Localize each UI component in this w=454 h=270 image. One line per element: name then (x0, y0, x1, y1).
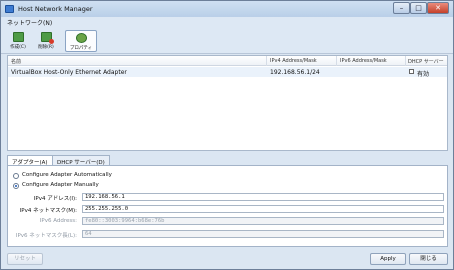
column-dhcp[interactable]: DHCP サーバー (408, 58, 444, 65)
ipv4-address-field[interactable]: 192.168.56.1 (82, 193, 444, 201)
row-name: VirtualBox Host-Only Ethernet Adapter (11, 69, 127, 76)
properties-button[interactable]: プロパティ (65, 30, 97, 52)
dhcp-enabled-checkbox[interactable] (409, 69, 414, 74)
auto-config-radio[interactable] (13, 173, 19, 179)
remove-network-icon (41, 32, 54, 44)
window-title: Host Network Manager (18, 5, 93, 13)
properties-label: プロパティ (69, 46, 93, 51)
create-button[interactable]: 作成(C) (5, 30, 31, 52)
properties-icon (76, 33, 87, 43)
auto-config-label: Configure Adapter Automatically (22, 172, 112, 178)
minimize-button[interactable]: – (393, 2, 410, 14)
reset-button[interactable]: リセット (7, 253, 43, 265)
row-dhcp: 有効 (417, 71, 430, 78)
ipv4-mask-field[interactable]: 255.255.255.0 (82, 205, 444, 213)
host-network-table: 名前 IPv4 Address/Mask IPv6 Address/Mask D… (7, 55, 448, 151)
maximize-button[interactable]: □ (410, 2, 427, 14)
row-ipv4: 192.168.56.1/24 (270, 69, 320, 76)
app-icon (5, 5, 14, 13)
close-window-button[interactable]: ✕ (427, 2, 449, 14)
menu-network[interactable]: ネットワーク(N) (7, 18, 52, 27)
create-label: 作成(C) (10, 45, 26, 50)
close-button[interactable]: 閉じる (409, 253, 448, 265)
ipv4-mask-label: IPv4 ネットマスク(M): (19, 208, 77, 214)
apply-button[interactable]: Apply (370, 253, 406, 265)
toolbar: 作成(C) 削除(R) プロパティ (1, 27, 453, 54)
column-ipv4[interactable]: IPv4 Address/Mask (270, 58, 317, 64)
menu-bar: ネットワーク(N) (1, 17, 453, 27)
manual-config-radio[interactable] (13, 183, 19, 189)
adapter-panel: Configure Adapter Automatically Configur… (7, 165, 448, 247)
host-network-manager-window: Host Network Manager – □ ✕ ネットワーク(N) 作成(… (0, 0, 454, 270)
ipv6-prefix-field[interactable]: 64 (82, 230, 444, 238)
add-network-icon (13, 32, 24, 42)
column-ipv6[interactable]: IPv6 Address/Mask (340, 58, 387, 64)
ipv6-address-field[interactable]: fe80::3003:9964:b68e:76b (82, 217, 444, 225)
table-row[interactable]: VirtualBox Host-Only Ethernet Adapter 19… (8, 67, 447, 78)
ipv4-address-label: IPv4 アドレス(I): (33, 196, 77, 202)
manual-config-label: Configure Adapter Manually (22, 182, 99, 188)
remove-label: 削除(R) (38, 45, 54, 50)
title-bar: Host Network Manager – □ ✕ (1, 1, 453, 17)
table-header: 名前 IPv4 Address/Mask IPv6 Address/Mask D… (8, 56, 447, 66)
ipv6-prefix-label: IPv6 ネットマスク長(L): (15, 233, 77, 239)
ipv6-address-label: IPv6 Address: (39, 218, 77, 224)
column-name[interactable]: 名前 (11, 58, 21, 65)
remove-button[interactable]: 削除(R) (33, 30, 59, 52)
